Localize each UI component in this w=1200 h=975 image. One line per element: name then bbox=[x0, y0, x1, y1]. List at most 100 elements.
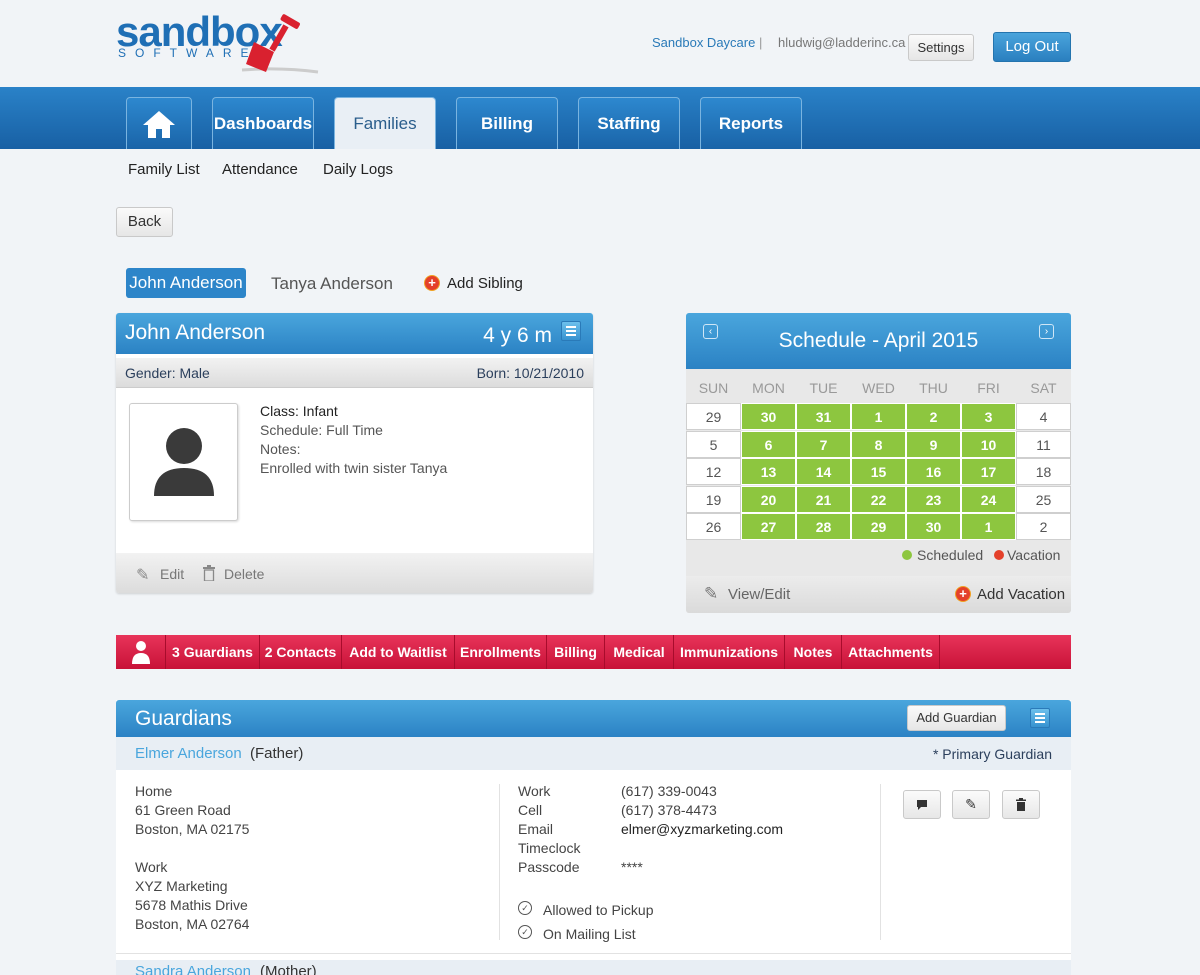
message-button[interactable] bbox=[903, 790, 941, 819]
calendar-day[interactable]: 12 bbox=[686, 458, 741, 485]
schedule-actions-bar: ✎ View/Edit + Add Vacation bbox=[686, 576, 1071, 613]
contact-value-cell: (617) 378-4473 bbox=[621, 802, 717, 818]
calendar-day[interactable]: 29 bbox=[686, 403, 741, 430]
calendar-day-scheduled[interactable]: 30 bbox=[741, 403, 796, 430]
tab-reports[interactable]: Reports bbox=[700, 97, 802, 149]
calendar-day-scheduled[interactable]: 1 bbox=[961, 513, 1016, 540]
tab-billing-child[interactable]: Billing bbox=[547, 635, 605, 669]
guardians-panel: Guardians Add Guardian Elmer Anderson (F… bbox=[116, 700, 1071, 975]
next-month-icon[interactable]: › bbox=[1039, 324, 1054, 339]
sibling-tab-john[interactable]: John Anderson bbox=[126, 268, 246, 298]
calendar-day-scheduled[interactable]: 9 bbox=[906, 430, 961, 458]
tab-medical[interactable]: Medical bbox=[605, 635, 674, 669]
delete-guardian-button[interactable] bbox=[1002, 790, 1040, 819]
vacation-dot-icon bbox=[994, 550, 1004, 560]
legend-vacation: Vacation bbox=[1007, 547, 1061, 563]
sibling-tab-tanya[interactable]: Tanya Anderson bbox=[271, 274, 393, 294]
calendar-day[interactable]: 11 bbox=[1016, 430, 1071, 458]
calendar-day-scheduled[interactable]: 20 bbox=[741, 485, 796, 513]
calendar-day[interactable]: 26 bbox=[686, 513, 741, 540]
calendar-day-scheduled[interactable]: 21 bbox=[796, 485, 851, 513]
calendar-day-scheduled[interactable]: 16 bbox=[906, 458, 961, 485]
calendar-day-scheduled[interactable]: 6 bbox=[741, 430, 796, 458]
message-icon bbox=[917, 800, 927, 810]
tab-enrollments[interactable]: Enrollments bbox=[455, 635, 547, 669]
contact-value-work: (617) 339-0043 bbox=[621, 783, 717, 799]
contact-value-email[interactable]: elmer@xyzmarketing.com bbox=[621, 821, 783, 837]
subnav-family-list[interactable]: Family List bbox=[128, 161, 200, 178]
tab-billing[interactable]: Billing bbox=[456, 97, 558, 149]
guardian-relation: (Father) bbox=[250, 745, 304, 762]
settings-button[interactable]: Settings bbox=[908, 34, 974, 61]
mailing-list: On Mailing List bbox=[543, 926, 636, 942]
subnav-daily-logs[interactable]: Daily Logs bbox=[323, 161, 393, 178]
schedule-header: ‹ Schedule - April 2015 › bbox=[686, 313, 1071, 369]
back-button[interactable]: Back bbox=[116, 207, 173, 237]
pencil-icon: ✎ bbox=[704, 584, 719, 603]
calendar-day-scheduled[interactable]: 3 bbox=[961, 403, 1016, 430]
delete-link[interactable]: Delete bbox=[224, 566, 264, 582]
guardians-menu-button[interactable] bbox=[1030, 708, 1050, 728]
tab-immunizations[interactable]: Immunizations bbox=[674, 635, 785, 669]
calendar-day[interactable]: 25 bbox=[1016, 485, 1071, 513]
calendar-day-scheduled[interactable]: 24 bbox=[961, 485, 1016, 513]
logout-button[interactable]: Log Out bbox=[993, 32, 1071, 62]
calendar-day-scheduled[interactable]: 28 bbox=[796, 513, 851, 540]
calendar-day-scheduled[interactable]: 27 bbox=[741, 513, 796, 540]
trash-icon bbox=[1016, 798, 1026, 811]
calendar-day-scheduled[interactable]: 14 bbox=[796, 458, 851, 485]
child-notes-label: Notes: bbox=[260, 441, 301, 457]
tab-dashboards[interactable]: Dashboards bbox=[212, 97, 314, 149]
tab-waitlist[interactable]: Add to Waitlist bbox=[342, 635, 455, 669]
calendar-day-scheduled[interactable]: 2 bbox=[906, 403, 961, 430]
calendar-day[interactable]: 18 bbox=[1016, 458, 1071, 485]
calendar-day-scheduled[interactable]: 30 bbox=[906, 513, 961, 540]
daycare-link[interactable]: Sandbox Daycare bbox=[652, 35, 755, 50]
child-notes: Enrolled with twin sister Tanya bbox=[260, 460, 448, 476]
calendar-day-scheduled[interactable]: 13 bbox=[741, 458, 796, 485]
legend-scheduled: Scheduled bbox=[917, 547, 984, 563]
shovel-icon bbox=[241, 14, 319, 74]
calendar-day[interactable]: 4 bbox=[1016, 403, 1071, 430]
calendar-day-scheduled[interactable]: 1 bbox=[851, 403, 906, 430]
tab-families[interactable]: Families bbox=[334, 97, 436, 149]
calendar-day[interactable]: 2 bbox=[1016, 513, 1071, 540]
add-vacation-link[interactable]: Add Vacation bbox=[977, 586, 1065, 603]
child-menu-button[interactable] bbox=[561, 321, 581, 341]
guardian-name-link[interactable]: Elmer Anderson bbox=[135, 745, 242, 762]
calendar-day-scheduled[interactable]: 23 bbox=[906, 485, 961, 513]
weekday-label: WED bbox=[862, 380, 895, 396]
tab-guardians[interactable]: 3 Guardians bbox=[166, 635, 260, 669]
calendar-day-scheduled[interactable]: 31 bbox=[796, 403, 851, 430]
tab-notes[interactable]: Notes bbox=[785, 635, 842, 669]
logo-subtitle: SOFTWARE bbox=[118, 46, 258, 60]
edit-link[interactable]: Edit bbox=[160, 566, 184, 582]
guardian-relation-2: (Mother) bbox=[260, 963, 317, 975]
guardian-name-link-2[interactable]: Sandra Anderson bbox=[135, 963, 251, 975]
home-tab[interactable] bbox=[126, 97, 192, 149]
calendar-day[interactable]: 5 bbox=[686, 430, 741, 458]
calendar-day-scheduled[interactable]: 29 bbox=[851, 513, 906, 540]
view-edit-link[interactable]: View/Edit bbox=[728, 586, 790, 603]
work-label: Work bbox=[135, 859, 168, 875]
add-sibling-link[interactable]: Add Sibling bbox=[447, 275, 523, 292]
child-photo[interactable] bbox=[129, 403, 238, 521]
edit-guardian-button[interactable]: ✎ bbox=[952, 790, 990, 819]
subnav-attendance[interactable]: Attendance bbox=[222, 161, 298, 178]
calendar-day-scheduled[interactable]: 17 bbox=[961, 458, 1016, 485]
calendar-day-scheduled[interactable]: 7 bbox=[796, 430, 851, 458]
header: sandbox SOFTWARE Sandbox Daycare | hludw… bbox=[0, 0, 1200, 87]
child-info-bar: Gender: Male Born: 10/21/2010 bbox=[116, 358, 593, 388]
tab-attachments[interactable]: Attachments bbox=[842, 635, 940, 669]
person-tab[interactable] bbox=[116, 635, 166, 669]
child-gender: Gender: Male bbox=[125, 365, 210, 381]
tab-contacts[interactable]: 2 Contacts bbox=[260, 635, 342, 669]
calendar-day-scheduled[interactable]: 15 bbox=[851, 458, 906, 485]
calendar-day-scheduled[interactable]: 10 bbox=[961, 430, 1016, 458]
calendar-day-scheduled[interactable]: 8 bbox=[851, 430, 906, 458]
calendar-day-scheduled[interactable]: 22 bbox=[851, 485, 906, 513]
tab-staffing[interactable]: Staffing bbox=[578, 97, 680, 149]
add-guardian-button[interactable]: Add Guardian bbox=[907, 705, 1006, 731]
add-icon: + bbox=[425, 276, 439, 290]
calendar-day[interactable]: 19 bbox=[686, 485, 741, 513]
